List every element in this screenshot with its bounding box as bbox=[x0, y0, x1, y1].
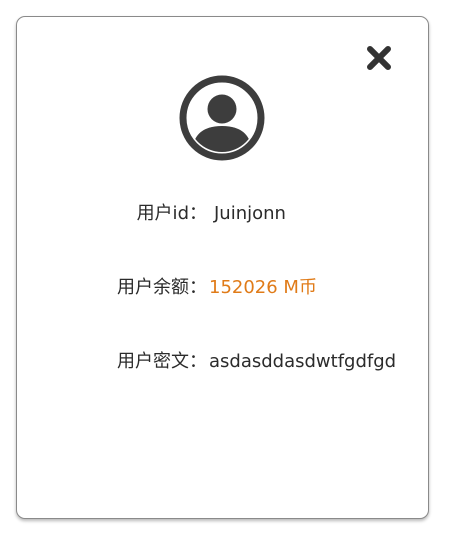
avatar bbox=[178, 74, 266, 162]
close-icon bbox=[367, 46, 391, 70]
user-avatar-icon bbox=[179, 75, 265, 161]
user-balance-value: 152026 M币 bbox=[209, 277, 317, 298]
user-cipher-label: 用户密文： bbox=[117, 351, 207, 372]
user-id-label: 用户id： bbox=[136, 203, 207, 224]
user-info-dialog: 用户id： Juinjonn 用户余额： 152026 M币 用户密文： asd… bbox=[16, 16, 429, 519]
user-cipher-value: asdasddasdwtfgdfgd bbox=[209, 351, 397, 372]
user-balance-label: 用户余额： bbox=[117, 277, 207, 298]
close-button[interactable] bbox=[366, 45, 392, 71]
user-id-value: Juinjonn bbox=[214, 203, 286, 224]
